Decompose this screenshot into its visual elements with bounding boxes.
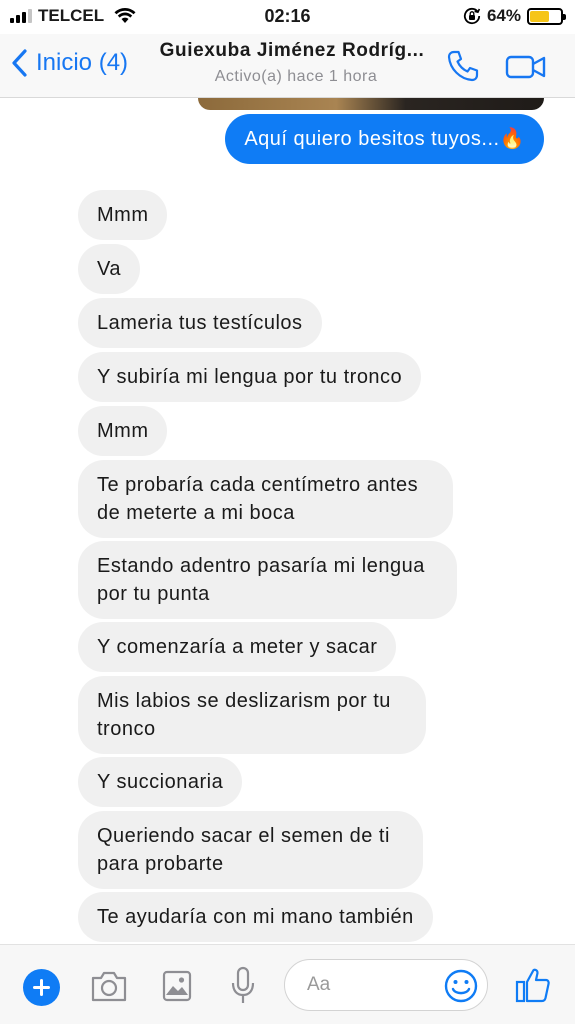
message-input[interactable]: Aa: [284, 959, 488, 1011]
message-received[interactable]: Y comenzaría a meter y sacar: [78, 622, 397, 672]
status-bar: TELCEL 02:16 64%: [0, 0, 575, 34]
composer-bar: Aa: [0, 944, 575, 1024]
message-received[interactable]: Te probaría cada centímetro antes de met…: [78, 460, 453, 538]
message-received[interactable]: Mmm: [78, 406, 168, 456]
contact-name-row: Guiexuba Jiménez Rodríg...: [160, 40, 432, 62]
phone-icon[interactable]: [445, 48, 481, 84]
battery-level: [530, 10, 550, 22]
chevron-left-icon: [12, 49, 27, 77]
back-button[interactable]: Inicio (4): [10, 48, 128, 78]
message-received[interactable]: Queriendo sacar el semen de ti para prob…: [78, 811, 423, 889]
contact-status: Activo(a) hace 1 hora: [214, 68, 378, 85]
status-right: 64%: [463, 6, 566, 26]
thumbs-up-icon[interactable]: [515, 967, 550, 1003]
emoji-icon[interactable]: [444, 969, 478, 1003]
battery-icon: [527, 7, 566, 25]
camera-icon[interactable]: [90, 969, 128, 1003]
battery-percent: 64%: [486, 6, 521, 25]
message-received[interactable]: Va: [78, 244, 140, 294]
gallery-icon[interactable]: [162, 969, 192, 1003]
back-label: Inicio (4): [36, 49, 129, 76]
message-received[interactable]: Y subiría mi lengua por tu tronco: [78, 352, 422, 402]
video-camera-icon[interactable]: [505, 53, 547, 81]
contact-info[interactable]: Guiexuba Jiménez Rodríg... Activo(a) hac…: [160, 40, 432, 86]
plus-icon[interactable]: [23, 969, 60, 1006]
message-received[interactable]: Mis labios se deslizarism por tu tronco: [78, 676, 426, 754]
shared-image-peek[interactable]: [198, 98, 544, 110]
message-received[interactable]: Estando adentro pasaría mi lengua por tu…: [78, 541, 457, 619]
message-received[interactable]: Y succionaria: [78, 757, 243, 807]
message-received[interactable]: Te ayudaría con mi mano también: [78, 892, 433, 942]
message-list[interactable]: Aquí quiero besitos tuyos...🔥 Mmm Va Lam…: [0, 98, 575, 944]
rotation-lock-icon: [463, 7, 481, 25]
message-received[interactable]: Mmm: [78, 190, 168, 240]
microphone-icon[interactable]: [230, 966, 256, 1006]
chat-header: Inicio (4) Guiexuba Jiménez Rodríg... Ac…: [0, 34, 575, 98]
contact-name: Guiexuba Jiménez Rodríg...: [159, 40, 425, 61]
message-received[interactable]: Lameria tus testículos: [78, 298, 322, 348]
message-sent[interactable]: Aquí quiero besitos tuyos...🔥: [225, 114, 544, 164]
message-input-placeholder: Aa: [307, 974, 331, 995]
